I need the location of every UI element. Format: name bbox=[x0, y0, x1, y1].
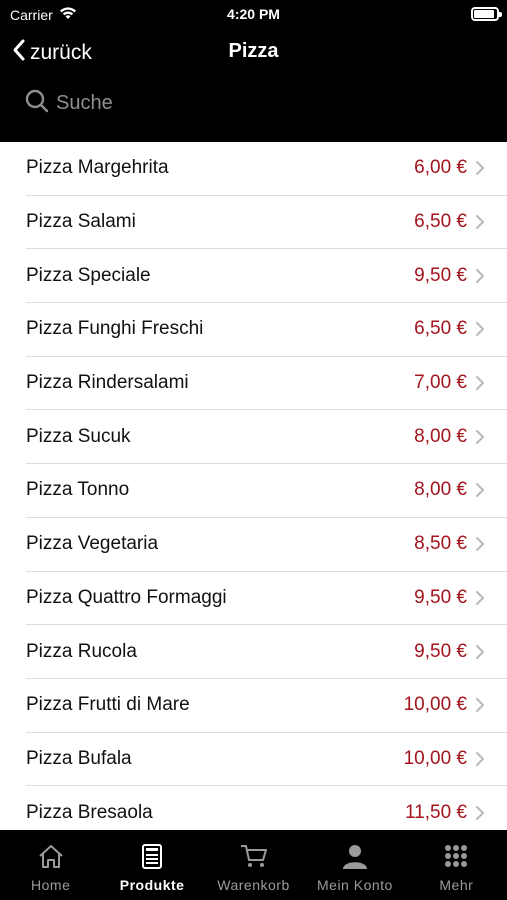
tab-mein-konto[interactable]: Mein Konto bbox=[304, 830, 405, 900]
product-row[interactable]: Pizza Bufala 10,00 € bbox=[26, 733, 507, 787]
product-price: 10,00 € bbox=[403, 747, 467, 769]
product-name: Pizza Speciale bbox=[26, 264, 151, 286]
product-name: Pizza Vegetaria bbox=[26, 533, 159, 555]
search-area bbox=[0, 78, 507, 142]
product-row[interactable]: Pizza Tonno 8,00 € bbox=[26, 464, 507, 518]
chevron-right-icon bbox=[475, 214, 489, 230]
tab-warenkorb[interactable]: Warenkorb bbox=[203, 830, 304, 900]
product-row[interactable]: Pizza Salami 6,50 € bbox=[26, 196, 507, 250]
product-row[interactable]: Pizza Vegetaria 8,50 € bbox=[26, 518, 507, 572]
product-price: 9,50 € bbox=[414, 586, 467, 608]
tab-produkte[interactable]: Produkte bbox=[101, 830, 202, 900]
cart-icon bbox=[239, 842, 269, 877]
screen: Carrier 4:20 PM zurück Pizza Suche Pizza… bbox=[0, 0, 507, 900]
product-list: Pizza Margehrita 6,00 € Pizza Salami 6,50 €… bbox=[0, 142, 507, 830]
product-row[interactable]: Pizza Funghi Freschi 6,50 € bbox=[26, 303, 507, 357]
product-price: 6,50 € bbox=[414, 211, 467, 233]
chevron-right-icon bbox=[475, 590, 489, 606]
product-name: Pizza Frutti di Mare bbox=[26, 694, 190, 716]
product-price: 8,50 € bbox=[414, 533, 467, 555]
product-price: 6,00 € bbox=[414, 157, 467, 179]
product-row[interactable]: Pizza Bresaola 11,50 € bbox=[26, 786, 507, 830]
status-time: 4:20 PM bbox=[227, 6, 280, 22]
nav-bar: zurück Pizza bbox=[0, 28, 507, 78]
tab-label: Home bbox=[31, 877, 71, 893]
grid-icon bbox=[441, 842, 471, 877]
search-input[interactable] bbox=[56, 91, 456, 115]
product-price: 10,00 € bbox=[403, 694, 467, 716]
tab-label: Mein Konto bbox=[317, 877, 393, 893]
chevron-right-icon bbox=[475, 321, 489, 337]
home-icon bbox=[36, 842, 66, 877]
product-row[interactable]: Pizza Rucola 9,50 € bbox=[26, 625, 507, 679]
tab-label: Mehr bbox=[439, 877, 474, 893]
tab-mehr[interactable]: Mehr bbox=[406, 830, 507, 900]
chevron-right-icon bbox=[475, 644, 489, 660]
chevron-right-icon bbox=[475, 482, 489, 498]
page-title: Pizza bbox=[228, 40, 279, 62]
product-price: 6,50 € bbox=[414, 318, 467, 340]
tab-label: Warenkorb bbox=[217, 877, 290, 893]
chevron-right-icon bbox=[475, 429, 489, 445]
product-price: 7,00 € bbox=[414, 372, 467, 394]
product-name: Pizza Sucuk bbox=[26, 425, 131, 447]
battery-icon bbox=[471, 7, 502, 21]
status-bar: Carrier 4:20 PM bbox=[0, 0, 507, 28]
product-name: Pizza Bresaola bbox=[26, 801, 153, 823]
search-icon bbox=[24, 88, 50, 119]
chevron-right-icon bbox=[475, 375, 489, 391]
search-field[interactable] bbox=[24, 88, 484, 118]
product-name: Pizza Salami bbox=[26, 211, 136, 233]
chevron-right-icon bbox=[475, 805, 489, 821]
product-price: 11,50 € bbox=[405, 801, 467, 823]
product-row[interactable]: Pizza Speciale 9,50 € bbox=[26, 249, 507, 304]
chevron-right-icon bbox=[475, 160, 489, 176]
product-price: 8,00 € bbox=[414, 425, 467, 447]
product-row[interactable]: Pizza Margehrita 6,00 € bbox=[26, 142, 507, 196]
person-icon bbox=[340, 842, 370, 877]
tab-home[interactable]: Home bbox=[0, 830, 101, 900]
chevron-right-icon bbox=[475, 697, 489, 713]
product-name: Pizza Rindersalami bbox=[26, 372, 189, 394]
product-price: 9,50 € bbox=[414, 640, 467, 662]
product-row[interactable]: Pizza Quattro Formaggi 9,50 € bbox=[26, 572, 507, 626]
product-row[interactable]: Pizza Sucuk 8,00 € bbox=[26, 410, 507, 465]
product-name: Pizza Funghi Freschi bbox=[26, 318, 204, 340]
tab-label: Produkte bbox=[119, 877, 185, 893]
product-row[interactable]: Pizza Frutti di Mare 10,00 € bbox=[26, 679, 507, 733]
product-name: Pizza Quattro Formaggi bbox=[26, 586, 227, 608]
chevron-right-icon bbox=[475, 536, 489, 552]
product-row[interactable]: Pizza Rindersalami 7,00 € bbox=[26, 357, 507, 411]
product-name: Pizza Tonno bbox=[26, 479, 130, 501]
battery-fill bbox=[474, 10, 494, 18]
chevron-right-icon bbox=[475, 751, 489, 767]
product-name: Pizza Margehrita bbox=[26, 157, 169, 179]
chevron-right-icon bbox=[475, 268, 489, 284]
product-price: 9,50 € bbox=[414, 264, 467, 286]
menu-card-icon bbox=[137, 842, 167, 877]
product-price: 8,00 € bbox=[414, 479, 467, 501]
tab-bar: Home Produkte Warenkorb Mein Konto Mehr bbox=[0, 830, 507, 900]
product-name: Pizza Bufala bbox=[26, 747, 132, 769]
product-name: Pizza Rucola bbox=[26, 640, 137, 662]
